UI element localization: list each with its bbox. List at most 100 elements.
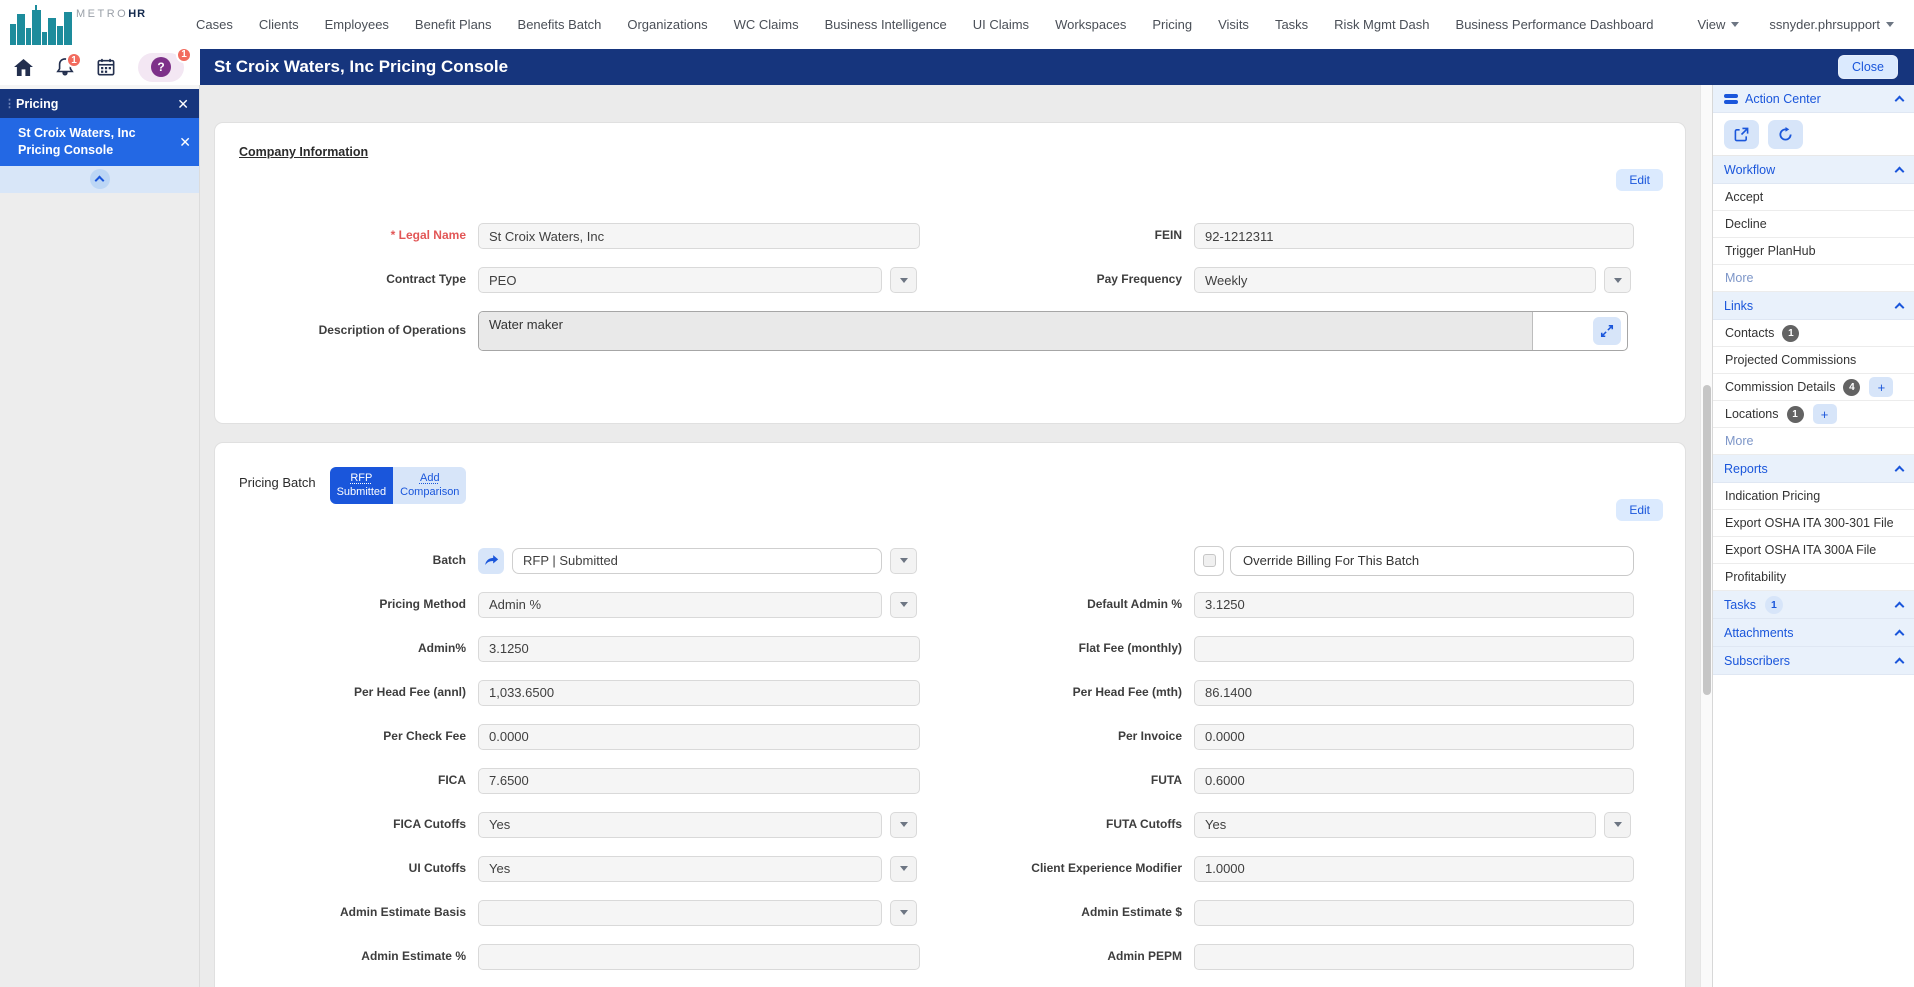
admin-pepm-input[interactable] xyxy=(1194,943,1634,970)
sidebar-item-pricing-console[interactable]: St Croix Waters, Inc Pricing Console ✕ xyxy=(0,118,199,166)
fica-input[interactable]: 7.6500 xyxy=(478,767,920,794)
override-billing-checkbox[interactable] xyxy=(1194,545,1224,576)
app-logo[interactable]: METROHR xyxy=(0,0,183,49)
ui-cutoffs-dropdown-button[interactable] xyxy=(890,855,917,882)
action-center-header[interactable]: Action Center xyxy=(1713,85,1914,113)
sidebar-header[interactable]: ⋮ Pricing ✕ xyxy=(0,89,199,118)
share-batch-button[interactable] xyxy=(478,547,504,574)
futa-cutoffs-dropdown-button[interactable] xyxy=(1604,811,1631,838)
view-menu[interactable]: View xyxy=(1697,17,1740,32)
section-links[interactable]: Links xyxy=(1713,292,1914,320)
section-subscribers[interactable]: Subscribers xyxy=(1713,647,1914,675)
admin-estimate-basis-label: Admin Estimate Basis xyxy=(339,904,466,919)
section-tasks[interactable]: Tasks 1 xyxy=(1713,591,1914,619)
action-item-indication-pricing[interactable]: Indication Pricing xyxy=(1713,483,1914,510)
nav-item-clients[interactable]: Clients xyxy=(246,17,312,32)
action-item-commission-details[interactable]: Commission Details 4 + xyxy=(1713,374,1914,401)
action-item-trigger-planhub[interactable]: Trigger PlanHub xyxy=(1713,238,1914,265)
action-item-profitability[interactable]: Profitability xyxy=(1713,564,1914,591)
open-in-new-window-button[interactable] xyxy=(1724,119,1759,149)
legal-name-input[interactable]: St Croix Waters, Inc xyxy=(478,223,920,249)
action-item-projected-commissions[interactable]: Projected Commissions xyxy=(1713,347,1914,374)
nav-item-business-intelligence[interactable]: Business Intelligence xyxy=(812,17,960,32)
client-experience-modifier-label: Client Experience Modifier xyxy=(1031,860,1182,875)
pricing-method-dropdown-button[interactable] xyxy=(890,591,917,618)
pay-frequency-dropdown-button[interactable] xyxy=(1604,267,1631,293)
pricing-batch-edit-button[interactable]: Edit xyxy=(1616,499,1663,521)
default-admin-input[interactable]: 3.1250 xyxy=(1194,591,1634,618)
expand-button[interactable] xyxy=(1593,317,1621,345)
add-locations-button[interactable]: + xyxy=(1812,404,1837,424)
description-of-operations-input[interactable]: Water maker xyxy=(479,312,1533,350)
nav-item-visits[interactable]: Visits xyxy=(1205,17,1262,32)
flat-fee-monthly-input[interactable] xyxy=(1194,635,1634,662)
action-item-accept[interactable]: Accept xyxy=(1713,184,1914,211)
alerts-button[interactable]: 1 xyxy=(56,52,82,76)
collapse-button[interactable] xyxy=(89,169,110,190)
count-badge: 4 xyxy=(1843,378,1861,396)
form-row: Admin Estimate % Admin PEPM xyxy=(215,943,1685,970)
contract-type-dropdown-button[interactable] xyxy=(890,267,917,293)
action-item-label: Export OSHA ITA 300A File xyxy=(1725,543,1877,557)
action-item-export-osha-ita-300a-file[interactable]: Export OSHA ITA 300A File xyxy=(1713,537,1914,564)
action-item-export-osha-ita-300-301-file[interactable]: Export OSHA ITA 300-301 File xyxy=(1713,510,1914,537)
home-button[interactable] xyxy=(14,58,33,76)
futa-input[interactable]: 0.6000 xyxy=(1194,767,1634,794)
help-button[interactable]: ? 1 xyxy=(138,46,192,82)
admin-estimate-input[interactable] xyxy=(1194,899,1634,926)
admin-input[interactable]: 3.1250 xyxy=(478,635,920,662)
calendar-button[interactable] xyxy=(97,58,115,76)
per-invoice-input[interactable]: 0.0000 xyxy=(1194,723,1634,750)
tab-rfp-submitted[interactable]: RFP Submitted xyxy=(329,467,394,504)
action-item-decline[interactable]: Decline xyxy=(1713,211,1914,238)
action-item-locations[interactable]: Locations 1 + xyxy=(1713,401,1914,428)
nav-item-tasks[interactable]: Tasks xyxy=(1262,17,1321,32)
sidebar-item-close-button[interactable]: ✕ xyxy=(179,135,191,149)
company-info-edit-button[interactable]: Edit xyxy=(1616,169,1663,191)
action-item-more[interactable]: More xyxy=(1713,428,1914,455)
company-information-link[interactable]: Company Information xyxy=(239,145,368,159)
contract-type-input[interactable]: PEO xyxy=(478,267,882,293)
tab-add-comparison[interactable]: Add Comparison xyxy=(393,467,467,504)
batch-input[interactable]: RFP | Submitted xyxy=(512,547,882,574)
nav-item-wc-claims[interactable]: WC Claims xyxy=(721,17,812,32)
ui-cutoffs-input[interactable]: Yes xyxy=(478,855,882,882)
fein-input[interactable]: 92-1212311 xyxy=(1194,223,1634,249)
nav-item-ui-claims[interactable]: UI Claims xyxy=(960,17,1042,32)
refresh-button[interactable] xyxy=(1768,119,1803,149)
nav-item-workspaces[interactable]: Workspaces xyxy=(1042,17,1139,32)
fica-cutoffs-input[interactable]: Yes xyxy=(478,811,882,838)
per-head-fee-annl-input[interactable]: 1,033.6500 xyxy=(478,679,920,706)
scrollbar-thumb[interactable] xyxy=(1703,385,1711,695)
nav-item-cases[interactable]: Cases xyxy=(183,17,246,32)
section-reports[interactable]: Reports xyxy=(1713,455,1914,483)
section-workflow[interactable]: Workflow xyxy=(1713,156,1914,184)
client-experience-modifier-input[interactable]: 1.0000 xyxy=(1194,855,1634,882)
admin-estimate-basis-dropdown-button[interactable] xyxy=(890,899,917,926)
action-item-contacts[interactable]: Contacts 1 xyxy=(1713,320,1914,347)
nav-item-benefits-batch[interactable]: Benefits Batch xyxy=(505,17,615,32)
batch-dropdown-button[interactable] xyxy=(890,547,917,574)
action-item-more[interactable]: More xyxy=(1713,265,1914,292)
admin-estimate-input[interactable] xyxy=(478,943,920,970)
nav-item-risk-mgmt-dash[interactable]: Risk Mgmt Dash xyxy=(1321,17,1442,32)
nav-item-employees[interactable]: Employees xyxy=(312,17,402,32)
per-check-fee-input[interactable]: 0.0000 xyxy=(478,723,920,750)
close-button[interactable]: Close xyxy=(1838,55,1898,79)
nav-item-benefit-plans[interactable]: Benefit Plans xyxy=(402,17,505,32)
fica-cutoffs-dropdown-button[interactable] xyxy=(890,811,917,838)
pay-frequency-input[interactable]: Weekly xyxy=(1194,267,1596,293)
per-head-fee-mth-input[interactable]: 86.1400 xyxy=(1194,679,1634,706)
section-attachments[interactable]: Attachments xyxy=(1713,619,1914,647)
add-commission-details-button[interactable]: + xyxy=(1869,377,1894,397)
vertical-scrollbar[interactable] xyxy=(1700,85,1712,987)
admin-estimate-basis-input[interactable] xyxy=(478,899,882,926)
pricing-method-input[interactable]: Admin % xyxy=(478,591,882,618)
nav-item-business-performance-dashboard[interactable]: Business Performance Dashboard xyxy=(1443,17,1667,32)
drag-handle-icon[interactable]: ⋮ xyxy=(4,97,16,110)
sidebar-close-button[interactable]: ✕ xyxy=(177,97,189,111)
futa-cutoffs-input[interactable]: Yes xyxy=(1194,811,1596,838)
nav-item-pricing[interactable]: Pricing xyxy=(1139,17,1205,32)
user-menu[interactable]: ssnyder.phrsupport xyxy=(1769,17,1894,32)
nav-item-organizations[interactable]: Organizations xyxy=(614,17,720,32)
